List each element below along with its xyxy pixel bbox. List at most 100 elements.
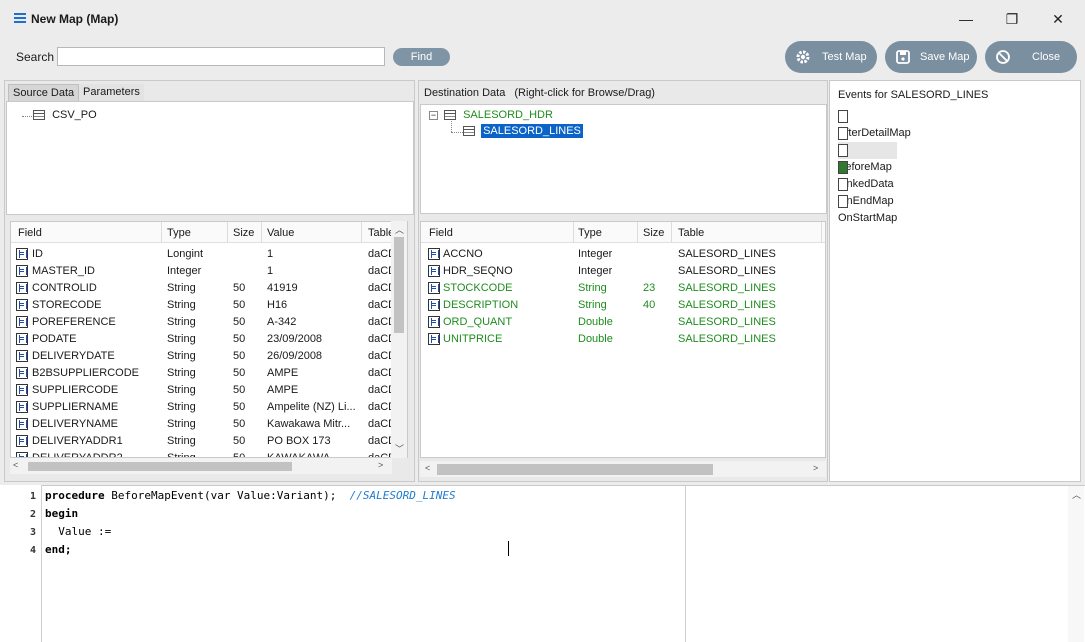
table-cell: String bbox=[578, 299, 607, 311]
field-icon bbox=[16, 333, 28, 345]
table-cell: Longint bbox=[167, 248, 204, 260]
find-button[interactable]: Find bbox=[393, 48, 450, 66]
table-row[interactable]: ORD_QUANT Double SALESORD_LINES bbox=[428, 314, 818, 331]
table-cell: 1 bbox=[267, 265, 274, 277]
title-bar bbox=[0, 0, 1085, 38]
col-type[interactable]: Type bbox=[167, 227, 191, 239]
restore-button[interactable]: ❐ bbox=[991, 6, 1033, 32]
scroll-down-icon[interactable]: ﹀ bbox=[395, 442, 404, 455]
table-cell: 50 bbox=[233, 333, 246, 345]
table-cell: PODATE bbox=[32, 333, 77, 345]
table-cell: String bbox=[167, 384, 196, 396]
tree-node-salesord-lines[interactable]: SALESORD_LINES bbox=[463, 124, 583, 138]
destination-title-text: Destination Data bbox=[424, 87, 506, 99]
editor-vscrollbar[interactable]: ︿ bbox=[1068, 486, 1084, 642]
source-hscrollbar[interactable]: < > bbox=[10, 458, 392, 474]
table-row[interactable]: B2BSUPPLIERCODE String 50 AMPE daCD bbox=[16, 365, 406, 382]
save-map-button[interactable]: Save Map bbox=[885, 41, 977, 73]
field-icon bbox=[16, 350, 28, 362]
document-icon bbox=[838, 143, 848, 157]
source-grid-header: Field Type Size Value Table bbox=[11, 222, 407, 243]
scroll-right-icon[interactable]: > bbox=[378, 460, 383, 470]
event-item[interactable]: OnEndMap bbox=[838, 176, 894, 207]
field-icon bbox=[428, 265, 440, 277]
code-line-3[interactable]: Value := bbox=[45, 525, 111, 538]
col-table[interactable]: Table bbox=[678, 227, 704, 239]
table-row[interactable]: DELIVERYDATE String 50 26/09/2008 daCD bbox=[16, 348, 406, 365]
table-row[interactable]: STOCKCODE String 23 SALESORD_LINES bbox=[428, 280, 818, 297]
table-row[interactable]: CONTROLID String 50 41919 daCD bbox=[16, 280, 406, 297]
table-cell: 1 bbox=[267, 248, 274, 260]
table-cell: String bbox=[167, 316, 196, 328]
table-cell: SALESORD_LINES bbox=[678, 316, 776, 328]
event-item[interactable]: BeforeMap bbox=[838, 142, 897, 173]
table-cell: SUPPLIERNAME bbox=[32, 401, 119, 413]
table-row[interactable]: POREFERENCE String 50 A-342 daCD bbox=[16, 314, 406, 331]
gear-icon bbox=[796, 50, 810, 64]
event-item[interactable]: AfterDetailMap bbox=[838, 108, 911, 139]
tab-parameters[interactable]: Parameters bbox=[79, 84, 144, 101]
code-line-4[interactable]: end; bbox=[45, 543, 72, 556]
search-input[interactable] bbox=[57, 47, 385, 66]
close-window-button[interactable]: ✕ bbox=[1037, 6, 1079, 32]
table-cell: Kawakawa Mitr... bbox=[267, 418, 351, 430]
col-type[interactable]: Type bbox=[578, 227, 602, 239]
table-row[interactable]: SUPPLIERCODE String 50 AMPE daCD bbox=[16, 382, 406, 399]
destination-grid-header: Field Type Size Table bbox=[421, 222, 825, 243]
field-icon bbox=[428, 316, 440, 328]
table-cell: String bbox=[167, 282, 196, 294]
line-number: 4 bbox=[30, 545, 37, 556]
col-field[interactable]: Field bbox=[18, 227, 42, 239]
line-number: 2 bbox=[30, 509, 37, 520]
table-cell: String bbox=[167, 367, 196, 379]
tree-node-csv-po[interactable]: CSV_PO bbox=[33, 109, 97, 121]
field-icon bbox=[16, 401, 28, 413]
event-item[interactable]: AfterMap bbox=[838, 125, 883, 156]
test-map-button[interactable]: Test Map bbox=[785, 41, 877, 73]
minimize-button[interactable]: — bbox=[945, 6, 987, 32]
table-row[interactable]: STORECODE String 50 H16 daCD bbox=[16, 297, 406, 314]
table-cell: 50 bbox=[233, 401, 246, 413]
table-cell: STORECODE bbox=[32, 299, 102, 311]
table-row[interactable]: DELIVERYADDR1 String 50 PO BOX 173 daCD bbox=[16, 433, 406, 450]
app-menu-icon[interactable] bbox=[14, 13, 26, 23]
scroll-thumb[interactable] bbox=[394, 237, 404, 333]
table-cell: HDR_SEQNO bbox=[443, 265, 513, 277]
table-row[interactable]: HDR_SEQNO Integer SALESORD_LINES bbox=[428, 263, 818, 280]
scroll-thumb[interactable] bbox=[28, 462, 292, 471]
scroll-up-icon[interactable]: ︿ bbox=[395, 223, 404, 236]
col-size[interactable]: Size bbox=[643, 227, 664, 239]
destination-hscrollbar[interactable]: < > bbox=[420, 461, 826, 477]
scroll-up-icon[interactable]: ︿ bbox=[1072, 488, 1081, 501]
tree-node-salesord-hdr[interactable]: SALESORD_HDR bbox=[444, 109, 553, 121]
table-row[interactable]: DELIVERYADDR2 String 50 KAWAKAWA daCD bbox=[16, 450, 406, 457]
scroll-left-icon[interactable]: < bbox=[13, 460, 18, 470]
table-row[interactable]: UNITPRICE Double SALESORD_LINES bbox=[428, 331, 818, 348]
col-size[interactable]: Size bbox=[233, 227, 254, 239]
table-row[interactable]: DELIVERYNAME String 50 Kawakawa Mitr... daCD bbox=[16, 416, 406, 433]
table-row[interactable]: SUPPLIERNAME String 50 Ampelite (NZ) Li... d… bbox=[16, 399, 406, 416]
document-icon bbox=[838, 177, 848, 191]
scroll-right-icon[interactable]: > bbox=[813, 463, 818, 473]
col-field[interactable]: Field bbox=[429, 227, 453, 239]
table-cell: Integer bbox=[578, 248, 613, 260]
close-button[interactable]: Close bbox=[985, 41, 1077, 73]
table-row[interactable]: PODATE String 50 23/09/2008 daCD bbox=[16, 331, 406, 348]
code-line-1[interactable]: procedure BeforeMapEvent(var Value:Varia… bbox=[45, 489, 456, 502]
table-icon bbox=[463, 126, 475, 137]
table-row[interactable]: ACCNO Integer SALESORD_LINES bbox=[428, 246, 818, 263]
code-editor[interactable] bbox=[0, 485, 1085, 642]
event-item[interactable]: OnStartMap bbox=[838, 193, 897, 224]
scroll-left-icon[interactable]: < bbox=[425, 463, 430, 473]
col-value[interactable]: Value bbox=[267, 227, 294, 239]
collapse-icon[interactable]: − bbox=[429, 111, 438, 120]
scroll-thumb[interactable] bbox=[437, 464, 713, 475]
table-row[interactable]: ID Longint 1 daCD bbox=[16, 246, 406, 263]
table-row[interactable]: MASTER_ID Integer 1 daCD bbox=[16, 263, 406, 280]
event-item[interactable]: LinkedData bbox=[838, 159, 894, 190]
table-row[interactable]: DESCRIPTION String 40 SALESORD_LINES bbox=[428, 297, 818, 314]
tab-source-data[interactable]: Source Data bbox=[8, 84, 80, 101]
table-cell: SALESORD_LINES bbox=[678, 299, 776, 311]
source-vscrollbar[interactable]: ︿ ﹀ bbox=[391, 221, 407, 458]
code-line-2[interactable]: begin bbox=[45, 507, 78, 520]
